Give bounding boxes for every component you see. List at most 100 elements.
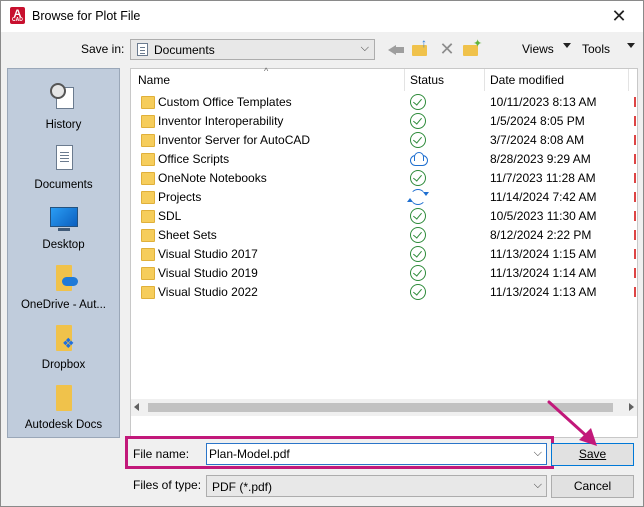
table-row[interactable]: Custom Office Templates 10/11/2023 8:13 … [131,93,637,112]
table-row[interactable]: Office Scripts 8/28/2023 9:29 AM [131,150,637,169]
folder-icon [141,96,155,109]
file-name-combobox[interactable]: ⌵ [206,443,547,465]
table-row[interactable]: SDL 10/5/2023 11:30 AM [131,207,637,226]
folder-icon [141,229,155,242]
truncated-column [634,97,636,107]
place-label: Dropbox [41,359,86,371]
pointer-arrow-annotation [547,400,597,446]
place-label: History [45,119,82,131]
place-label: Autodesk Docs [24,419,103,431]
file-name: SDL [158,209,182,223]
folder-icon [141,210,155,223]
list-header: ^ Name Status Date modified [131,66,637,91]
chevron-down-icon: ⌵ [360,42,369,54]
save-in-value: Documents [154,43,215,57]
file-name-input[interactable] [209,446,525,462]
date-modified: 10/11/2023 8:13 AM [490,95,597,109]
date-modified: 11/13/2024 1:13 AM [490,285,597,299]
folder-icon [141,115,155,128]
date-modified: 8/12/2024 2:22 PM [490,228,592,242]
date-modified: 11/14/2024 7:42 AM [490,190,597,204]
table-row[interactable]: Visual Studio 2017 11/13/2024 1:15 AM [131,245,637,264]
table-row[interactable]: Visual Studio 2019 11/13/2024 1:14 AM [131,264,637,283]
onedrive-folder-icon [50,263,78,293]
autodesk-docs-folder-icon [50,383,78,413]
table-row[interactable]: Sheet Sets 8/12/2024 2:22 PM [131,226,637,245]
syncing-icon [410,189,426,205]
cancel-button[interactable]: Cancel [551,475,634,498]
table-row[interactable]: Projects 11/14/2024 7:42 AM [131,188,637,207]
cloud-only-icon [410,151,428,167]
views-menu[interactable]: Views [522,42,554,56]
column-header-name[interactable]: Name [138,73,170,87]
file-name: Visual Studio 2017 [158,247,258,261]
synced-check-icon [410,113,426,129]
truncated-column [634,230,636,240]
new-folder-icon[interactable] [462,37,482,59]
dropbox-folder-icon: ❖ [50,323,78,353]
synced-check-icon [410,132,426,148]
delete-icon[interactable]: ✕ [437,39,457,59]
place-history[interactable]: History [8,77,119,135]
table-row[interactable]: Inventor Interoperability 1/5/2024 8:05 … [131,112,637,131]
place-dropbox[interactable]: ❖ Dropbox [8,317,119,375]
up-folder-icon[interactable] [411,36,431,59]
scroll-right-icon[interactable] [629,403,634,411]
synced-check-icon [410,208,426,224]
history-icon [50,83,78,113]
file-name: OneNote Notebooks [158,171,267,185]
date-modified: 10/5/2023 11:30 AM [490,209,597,223]
column-header-date-modified[interactable]: Date modified [490,73,564,87]
file-name: Custom Office Templates [158,95,292,109]
file-name: Inventor Interoperability [158,114,284,128]
folder-icon [141,248,155,261]
close-icon[interactable]: ✕ [605,5,633,27]
autocad-app-icon: A CAD [10,7,25,24]
truncated-column [634,211,636,221]
truncated-column [634,116,636,126]
documents-icon [50,143,78,173]
date-modified: 11/7/2023 11:28 AM [490,171,596,185]
place-onedrive[interactable]: OneDrive - Aut... [8,257,119,315]
truncated-column [634,154,636,164]
truncated-column [634,287,636,297]
place-autodesk-docs[interactable]: Autodesk Docs [8,377,119,435]
file-name: Visual Studio 2019 [158,266,258,280]
views-chevron-icon[interactable] [563,43,571,48]
date-modified: 1/5/2024 8:05 PM [490,114,585,128]
truncated-column [634,249,636,259]
synced-check-icon [410,227,426,243]
place-label: OneDrive - Aut... [20,299,106,311]
column-header-status[interactable]: Status [410,73,444,87]
synced-check-icon [410,170,426,186]
tools-chevron-icon[interactable] [627,43,635,48]
column-divider[interactable] [628,69,629,91]
file-list[interactable]: ^ Name Status Date modified Custom Offic… [130,66,638,438]
file-name: Projects [158,190,202,204]
browse-dialog: A CAD Browse for Plot File ✕ Save in: Do… [0,0,644,507]
column-divider[interactable] [484,69,485,91]
table-row[interactable]: Inventor Server for AutoCAD 3/7/2024 8:0… [131,131,637,150]
place-label: Desktop [42,239,85,251]
save-in-label: Save in: [81,42,125,56]
desktop-icon [50,203,78,233]
table-row[interactable]: OneNote Notebooks 11/7/2023 11:28 AM [131,169,637,188]
scroll-left-icon[interactable] [134,403,139,411]
truncated-column [634,173,636,183]
truncated-column [634,192,636,202]
files-of-type-dropdown[interactable]: PDF (*.pdf) ⌵ [206,475,547,497]
title-bar: A CAD Browse for Plot File ✕ [1,1,643,32]
table-row[interactable]: Visual Studio 2022 11/13/2024 1:13 AM [131,283,637,302]
column-divider[interactable] [404,69,405,91]
place-label: Documents [34,179,93,191]
files-of-type-value: PDF (*.pdf) [212,480,273,494]
place-documents[interactable]: Documents [8,137,119,195]
place-desktop[interactable]: Desktop [8,197,119,255]
back-arrow-icon[interactable] [386,39,406,59]
file-name: Visual Studio 2022 [158,285,258,299]
date-modified: 8/28/2023 9:29 AM [490,152,591,166]
folder-icon [141,134,155,147]
tools-menu[interactable]: Tools [582,42,610,56]
sort-ascending-icon: ^ [264,66,269,76]
save-in-dropdown[interactable]: Documents ⌵ [130,39,375,60]
